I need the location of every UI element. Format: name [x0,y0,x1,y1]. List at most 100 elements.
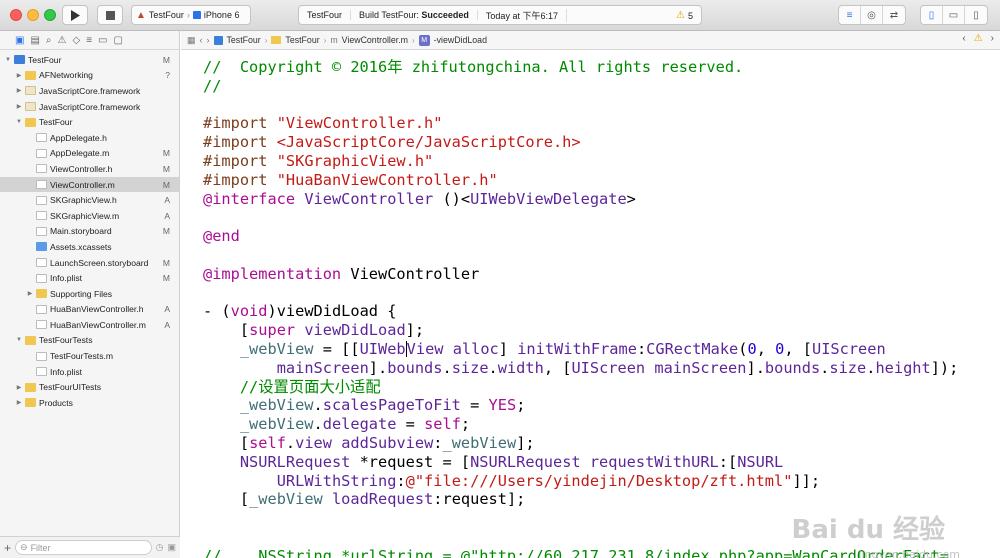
code-token: mainScreen [654,358,747,377]
play-icon [71,9,80,21]
filter-placeholder: Filter [30,542,51,553]
code-token: size [451,358,489,377]
file-tree-item[interactable]: TestFourTests.m [0,348,179,364]
breakpoint-navigator-icon[interactable]: ▭ [98,35,107,46]
issue-navigator-icon[interactable]: ⚠ [58,35,67,46]
code-token: CGRectMake [646,339,739,358]
scm-status-badge: M [162,257,170,268]
chevron-left-icon[interactable]: ‹ [962,33,965,44]
scm-status-badge: M [162,179,170,190]
code-token: YES [488,396,517,415]
header-file-icon [36,133,47,143]
jump-bar-right: ‹ ⚠ › [962,33,994,44]
file-tree-item[interactable]: HuaBanViewController.h A [0,302,179,318]
window-minimize-button[interactable] [27,9,39,21]
disclosure-closed-icon[interactable]: ▶ [15,384,23,391]
file-tree-item[interactable]: SKGraphicView.h A [0,192,179,208]
file-tree-item[interactable]: LaunchScreen.storyboard M [0,255,179,271]
jump-project[interactable]: TestFour [227,35,261,45]
file-tree-item[interactable]: ViewController.h M [0,161,179,177]
file-tree-item[interactable]: ▼ TestFourTests [0,333,179,349]
recent-files-icon[interactable]: ◷ [156,542,164,553]
file-tree-item[interactable]: ▼ TestFour [0,114,179,130]
file-tree-label: HuaBanViewController.h [50,304,144,315]
disclosure-open-icon[interactable]: ▼ [15,119,23,125]
file-tree-item[interactable]: ▶ Supporting Files [0,286,179,302]
code-text[interactable]: // Copyright © 2016年 zhifutongchina. All… [203,58,958,558]
file-tree-item[interactable]: Main.storyboard M [0,224,179,240]
navigator-toggle-icon[interactable]: ▯ [921,6,943,24]
file-tree-item[interactable]: ▶ TestFourUITests [0,379,179,395]
file-tree-item[interactable]: ▶ JavaScriptCore.framework [0,83,179,99]
file-tree-label: TestFourUITests [39,382,102,393]
folder-icon[interactable]: ▣ [15,35,24,46]
file-tree-item[interactable]: SKGraphicView.m A [0,208,179,224]
file-tree-item[interactable]: ▶ JavaScriptCore.framework [0,99,179,115]
debug-navigator-icon[interactable]: ≡ [86,35,92,46]
assistant-editor-icon[interactable]: ◎ [861,6,883,24]
scm-status-badge: M [162,54,170,65]
scm-status-badge: A [164,195,170,206]
forward-arrow-icon[interactable]: › [207,35,210,45]
file-tree-label: JavaScriptCore.framework [39,85,141,96]
assets-icon [36,242,47,252]
back-arrow-icon[interactable]: ‹ [200,35,203,45]
jump-method[interactable]: -viewDidLoad [434,35,487,45]
code-token: @implementation [203,264,351,283]
file-tree-item[interactable]: ▶ Products [0,395,179,411]
file-tree-item[interactable]: Info.plist [0,364,179,380]
filter-input[interactable]: ⊖ Filter [15,540,152,555]
debug-area-toggle-icon[interactable]: ▭ [943,6,965,24]
report-navigator-icon[interactable]: ▢ [113,35,122,46]
window-close-button[interactable] [10,9,22,21]
search-icon[interactable]: ⌕ [46,35,52,46]
version-editor-icon[interactable]: ⇄ [883,6,905,24]
disclosure-open-icon[interactable]: ▼ [4,57,12,63]
standard-editor-icon[interactable]: ≡ [839,6,861,24]
chevron-right-icon: › [264,35,268,45]
chevron-right-icon: › [412,35,415,45]
file-tree-item[interactable]: ▶ AFNetworking? [0,68,179,84]
code-token: mainScreen [276,358,369,377]
warning-indicator[interactable]: ⚠ 5 [676,10,693,21]
jump-file[interactable]: ViewController.m [342,35,408,45]
code-token: bounds [764,358,821,377]
code-line: _webView.scalesPageToFit = YES; [203,396,958,415]
disclosure-open-icon[interactable]: ▼ [15,337,23,343]
symbol-navigator-icon[interactable]: ▤ [30,35,39,46]
disclosure-closed-icon[interactable]: ▶ [26,290,34,297]
project-icon [14,55,25,65]
scheme-selector[interactable]: ▲ TestFour › iPhone 6 [131,5,251,25]
folder-icon [25,70,36,80]
related-items-icon[interactable]: ▦ [187,35,196,46]
file-tree-item[interactable]: HuaBanViewController.m A [0,317,179,333]
chevron-right-icon[interactable]: › [991,33,994,44]
warning-icon: ⚠ [676,10,685,21]
file-tree-item[interactable]: ViewController.m M [0,176,179,193]
test-navigator-icon[interactable]: ◇ [72,35,80,46]
disclosure-closed-icon[interactable]: ▶ [15,399,23,406]
add-icon[interactable]: + [4,541,11,555]
scm-filter-icon[interactable]: ▣ [167,542,176,553]
utilities-toggle-icon[interactable]: ▯ [965,6,987,24]
warning-icon[interactable]: ⚠ [974,33,983,44]
file-tree-item[interactable]: ▼ TestFour M [0,52,179,68]
file-tree-item[interactable]: Info.plist M [0,270,179,286]
code-line: @implementation ViewController [203,265,958,284]
code-token: = [[ [313,339,360,358]
file-tree-item[interactable]: Assets.xcassets [0,239,179,255]
disclosure-closed-icon[interactable]: ▶ [15,87,23,94]
jump-group[interactable]: TestFour [285,35,319,45]
stop-button[interactable] [97,5,123,25]
window-zoom-button[interactable] [44,9,56,21]
disclosure-closed-icon[interactable]: ▶ [15,72,23,79]
code-token: size [829,358,867,377]
file-tree-item[interactable]: AppDelegate.h [0,130,179,146]
source-editor[interactable]: // Copyright © 2016年 zhifutongchina. All… [181,50,1000,558]
run-button[interactable] [62,5,88,25]
build-status: Build TestFour: Succeeded [351,10,478,20]
file-tree-item[interactable]: AppDelegate.m M [0,146,179,162]
disclosure-closed-icon[interactable]: ▶ [15,103,23,110]
code-line: #import "ViewController.h" [203,114,958,133]
